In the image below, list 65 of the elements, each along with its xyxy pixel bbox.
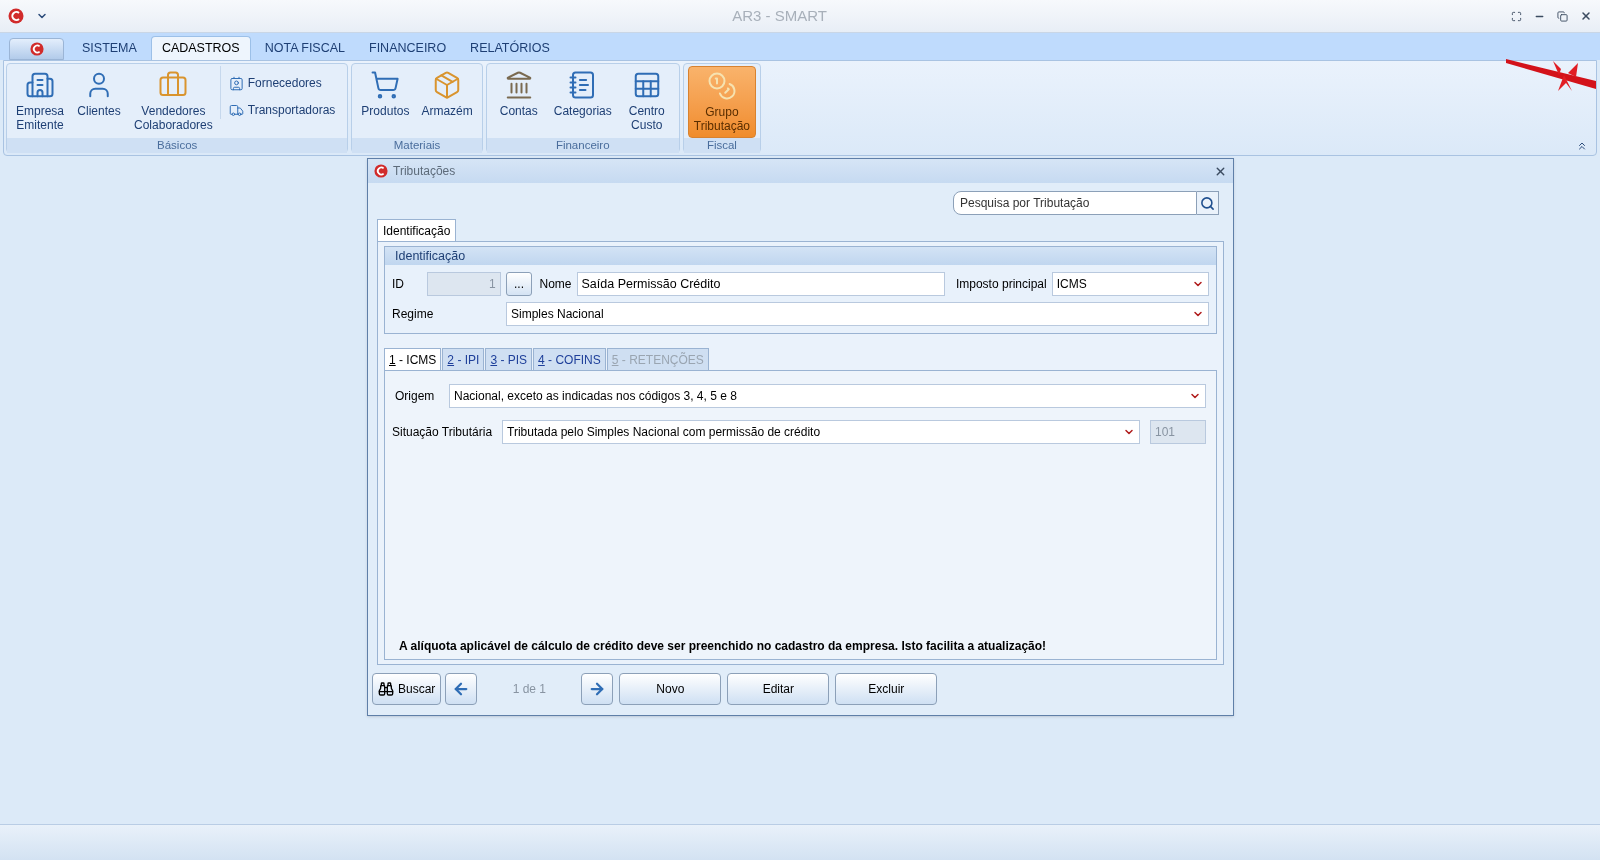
previous-button[interactable] <box>445 673 478 705</box>
tab[interactable]: 3 - PIS <box>485 348 533 370</box>
collapse-ribbon-icon[interactable] <box>1576 140 1588 152</box>
ribbon-button[interactable]: Clientes <box>71 66 128 138</box>
field-label: Situação Tributária <box>392 424 493 441</box>
ribbon-button[interactable]: Produtos <box>356 66 415 138</box>
window-title: AR3 - SMART <box>732 5 827 26</box>
tab[interactable]: 2 - IPI <box>442 348 485 370</box>
logo-icon <box>8 8 24 24</box>
search-button[interactable] <box>1197 191 1219 215</box>
coins-icon <box>706 71 737 101</box>
field-label: Nome <box>539 276 572 293</box>
cart-icon <box>370 70 401 100</box>
ribbon-tab[interactable]: FINANCEIRO <box>359 36 457 60</box>
ribbon-button[interactable]: Centro Custo <box>618 66 675 138</box>
page-indicator: 1 de 1 <box>511 681 548 698</box>
action-button[interactable]: Editar <box>727 673 830 705</box>
dropdown[interactable]: Nacional, exceto as indicadas nos códigos 3, 4, 5 e 8 <box>449 384 1206 408</box>
contact-card-icon <box>228 75 244 91</box>
ribbon-group-label: Fiscal <box>706 137 737 153</box>
field-label: Regime <box>392 306 435 323</box>
ribbon-button[interactable]: Contas <box>490 66 547 138</box>
tab[interactable]: Identificação <box>377 219 457 241</box>
ribbon-button[interactable]: Transportadoras <box>224 101 340 119</box>
ribbon-group-label: Materiais <box>393 137 441 153</box>
ribbon-button[interactable]: Armazém <box>416 66 478 138</box>
ribbon-tab[interactable]: NOTA FISCAL <box>254 36 355 60</box>
group-title: Identificação <box>395 247 466 265</box>
dialog-title: Tributações <box>393 163 457 180</box>
field-label: Imposto principal <box>955 276 1047 293</box>
next-button[interactable] <box>581 673 614 705</box>
fullscreen-icon[interactable] <box>1511 10 1522 22</box>
ribbon-group-label: Básicos <box>157 137 198 153</box>
dropdown[interactable]: Tributada pelo Simples Nacional com permissão de crédito <box>502 420 1140 444</box>
search-records-button[interactable]: Buscar <box>372 673 442 705</box>
ribbon-tab[interactable]: SISTEMA <box>72 36 147 60</box>
info-note: A alíquota aplicável de cálculo de crédito deve ser preenchido no cadastro da empresa. Isto facilita a atualização! <box>399 638 1048 655</box>
tab: 5 - RETENÇÕES <box>606 348 709 370</box>
close-icon[interactable] <box>1580 10 1592 22</box>
logo-icon <box>374 164 388 178</box>
ribbon-button[interactable]: Vendedores Colaboradores <box>129 66 218 138</box>
ribbon-button[interactable]: Categorias <box>548 66 617 138</box>
ribbon-tab[interactable]: RELATÓRIOS <box>460 36 560 60</box>
ribbon-tab[interactable]: CADASTROS <box>150 36 251 60</box>
action-button[interactable]: Excluir <box>835 673 938 705</box>
name-field[interactable]: Saída Permissão Crédito <box>576 272 945 296</box>
building-icon <box>25 70 55 100</box>
dropdown[interactable]: Simples Nacional <box>506 302 1209 326</box>
ribbon-group-label: Financeiro <box>555 137 610 153</box>
app-menu-button[interactable] <box>9 38 64 60</box>
logo-icon <box>29 42 44 56</box>
truck-icon <box>228 102 244 118</box>
action-button[interactable]: Novo <box>619 673 722 705</box>
ribbon-button[interactable]: Empresa Emitente <box>11 66 70 138</box>
binoculars-icon <box>378 681 394 697</box>
restore-icon[interactable] <box>1557 10 1568 22</box>
search-field[interactable]: Pesquisa por Tributação <box>953 191 1197 215</box>
ribbon-button[interactable]: Fornecedores <box>224 74 340 92</box>
search-icon <box>1200 195 1215 211</box>
ribbon-button[interactable]: Grupo Tributação <box>687 66 756 138</box>
dropdown[interactable]: ICMS <box>1051 272 1209 296</box>
field-label: ID <box>392 276 405 293</box>
tab[interactable]: 1 - ICMS <box>384 348 442 370</box>
field-label: Origem <box>395 388 436 405</box>
tab[interactable]: 4 - COFINS <box>533 348 606 370</box>
